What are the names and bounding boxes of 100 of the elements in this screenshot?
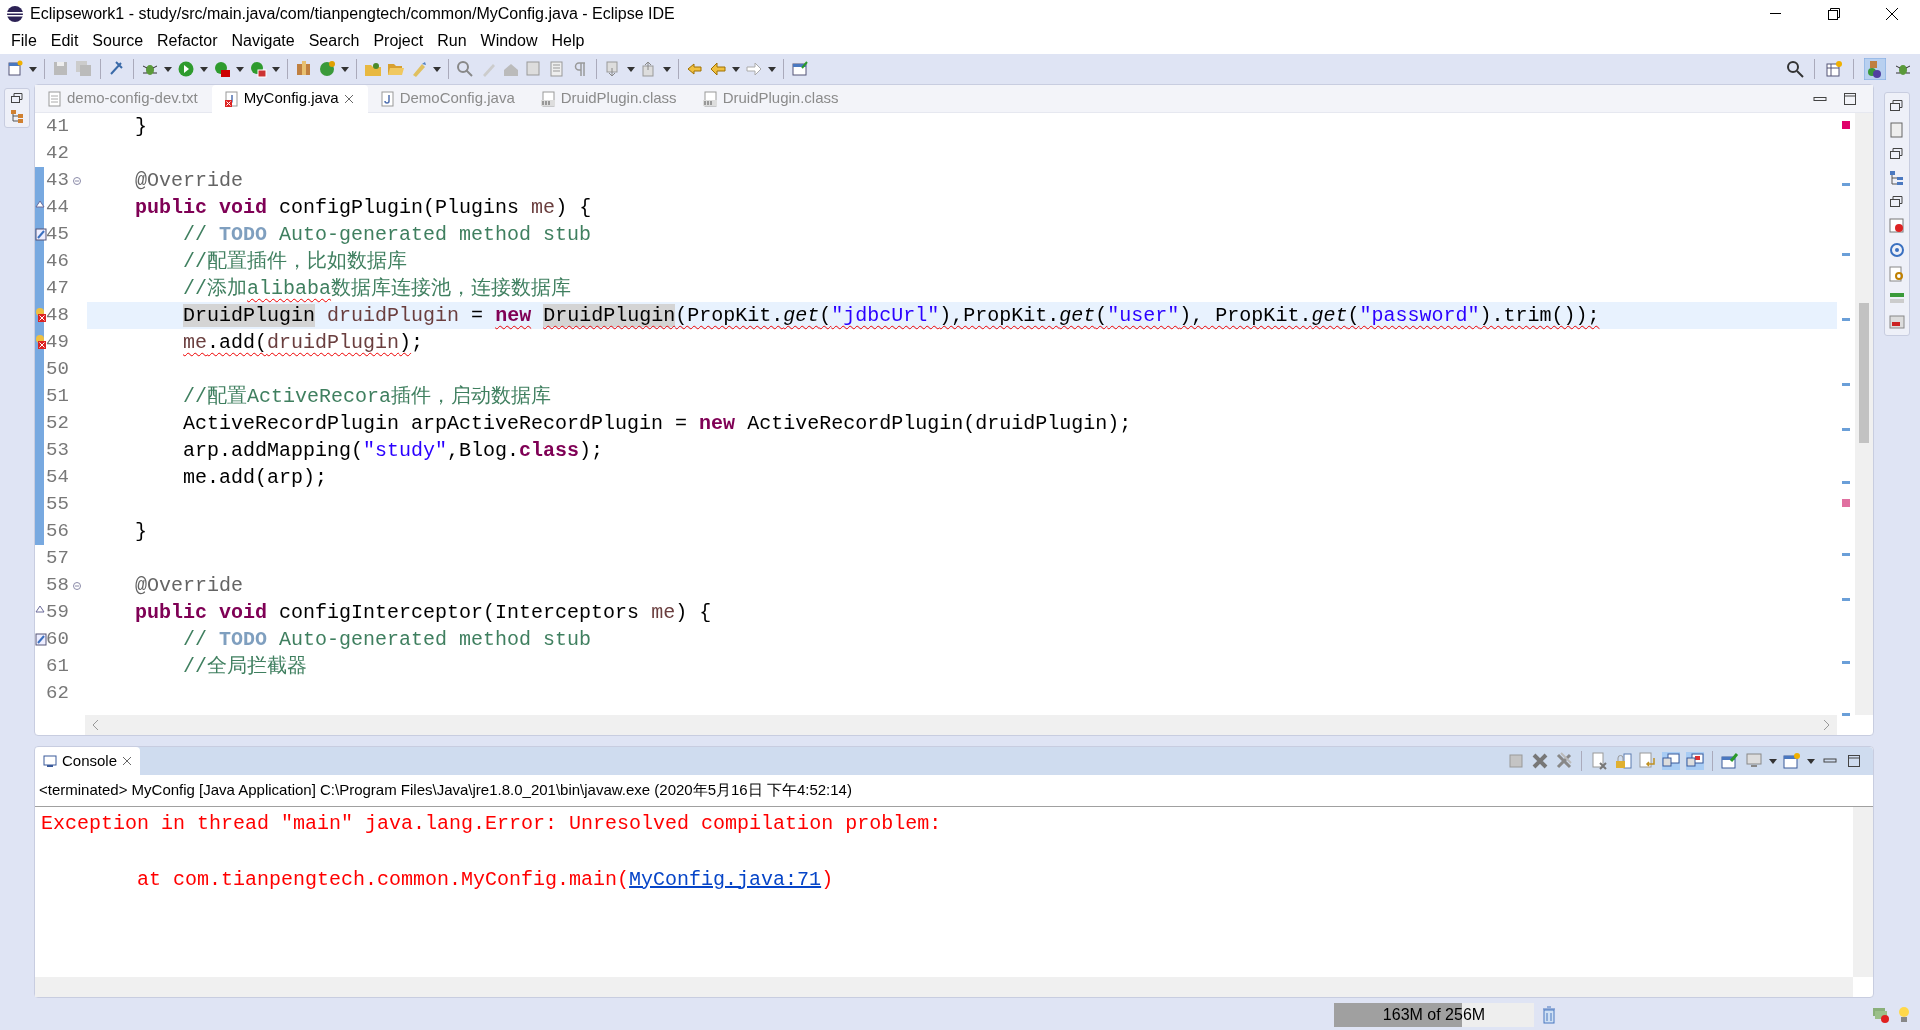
collapse-icon[interactable]	[73, 582, 81, 590]
console-tab[interactable]: Console	[35, 747, 141, 775]
close-icon[interactable]	[343, 93, 354, 104]
line-number: 56	[46, 519, 69, 545]
show-error-icon[interactable]	[1686, 752, 1704, 770]
menu-item[interactable]: Help	[544, 29, 592, 53]
class-icon[interactable]	[318, 60, 336, 78]
code-line: }	[134, 114, 149, 140]
editor-tab[interactable]: MyConfig.java	[211, 84, 368, 113]
caret-icon[interactable]	[627, 66, 635, 72]
caret-icon[interactable]	[200, 66, 208, 72]
monitor-icon	[43, 754, 57, 768]
word-wrap-icon[interactable]	[1638, 752, 1656, 770]
lock-icon[interactable]	[1614, 752, 1632, 770]
menu-item[interactable]: File	[4, 29, 44, 53]
lightbulb-icon[interactable]	[1898, 1006, 1910, 1024]
tool-icon[interactable]	[249, 60, 267, 78]
code-line: //配置插件，比如数据库	[182, 249, 409, 275]
maximize-icon[interactable]	[1845, 752, 1863, 770]
line-number: 58	[46, 573, 69, 599]
caret-icon[interactable]	[732, 66, 740, 72]
menu-item[interactable]: Search	[301, 29, 367, 53]
menu-item[interactable]: Refactor	[150, 29, 225, 53]
line-number: 44	[46, 195, 69, 221]
line-number: 62	[46, 681, 69, 707]
source-link[interactable]: MyConfig.java:71	[629, 867, 822, 891]
code-line: me.add(druidPlugin);	[182, 330, 425, 356]
close-button[interactable]	[1884, 6, 1900, 22]
line-number: 55	[46, 492, 69, 518]
ruler-mark	[1842, 253, 1850, 256]
notification-error-icon[interactable]	[1872, 1006, 1890, 1024]
caret-icon[interactable]	[1769, 758, 1777, 764]
caret-icon[interactable]	[1807, 758, 1815, 764]
class-file-icon	[702, 90, 718, 107]
code-line: }	[134, 519, 149, 545]
scroll-right-icon[interactable]	[1823, 719, 1831, 731]
class-file-icon	[540, 90, 556, 107]
line-number: 59	[46, 600, 69, 626]
code-line: me.add(arp);	[182, 465, 329, 491]
collapse-icon[interactable]	[73, 177, 81, 185]
restore-icon[interactable]	[11, 93, 23, 103]
menu-item[interactable]: Edit	[43, 29, 86, 53]
caret-icon[interactable]	[341, 66, 349, 72]
last-edit-icon[interactable]	[686, 60, 704, 78]
caret-icon[interactable]	[433, 66, 441, 72]
restore-button[interactable]	[1826, 6, 1842, 22]
line-number: 43	[46, 168, 69, 194]
caret-icon[interactable]	[663, 66, 671, 72]
tree-icon[interactable]	[1888, 169, 1906, 187]
hierarchy-icon[interactable]	[10, 109, 24, 123]
remove-icon[interactable]	[1531, 752, 1549, 770]
menu-item[interactable]: Navigate	[224, 29, 302, 53]
code-line: // TODO Auto-generated method stub	[182, 627, 593, 653]
error-mark-icon	[1842, 121, 1850, 129]
clear-console-icon[interactable]	[1590, 752, 1608, 770]
at-sign-icon[interactable]	[1888, 241, 1906, 259]
scroll-thumb[interactable]	[1859, 303, 1869, 443]
caret-icon[interactable]	[164, 66, 172, 72]
menu-item[interactable]: Run	[430, 29, 474, 53]
menu-item[interactable]: Window	[473, 29, 545, 53]
menu-item[interactable]: Source	[85, 29, 151, 53]
java-perspective-icon[interactable]	[1864, 58, 1886, 80]
text-file-icon	[47, 90, 62, 107]
search-icon[interactable]	[1786, 60, 1804, 78]
caret-icon[interactable]	[236, 66, 244, 72]
code-line: //配置ActiveRecora插件，启动数据库	[182, 384, 553, 410]
folder-icon[interactable]	[364, 60, 382, 78]
eclipse-logo-icon	[6, 5, 24, 23]
new-console-icon[interactable]	[1783, 752, 1801, 770]
window-title: Eclipsework1 - study/src/main.java/com/tianpengtech/common/MyConfig.java - Eclipse IDE	[30, 4, 675, 24]
problems-icon[interactable]	[1888, 217, 1906, 235]
maximize-icon[interactable]	[1843, 91, 1857, 106]
open-perspective-icon[interactable]	[1825, 60, 1843, 78]
trash-icon[interactable]	[1542, 1006, 1556, 1024]
servers-icon[interactable]	[1888, 313, 1906, 331]
line-number: 61	[46, 654, 69, 680]
caret-icon[interactable]	[272, 66, 280, 72]
back-icon[interactable]	[709, 60, 727, 78]
show-output-icon[interactable]	[1662, 752, 1680, 770]
console-header: <terminated> MyConfig [Java Application] C:\Program Files\Java\jre1.8.0_201\bin\javaw.exe (2020年5月16日 下午4:52:14)	[35, 775, 1873, 807]
code-line: //添加alibaba数据库连接池，连接数据库	[182, 276, 573, 302]
caret-icon[interactable]	[29, 66, 37, 72]
run-icon[interactable]	[177, 60, 195, 78]
caret-icon[interactable]	[768, 66, 776, 72]
close-icon[interactable]	[122, 756, 133, 766]
forward-icon[interactable]	[745, 60, 763, 78]
menu-item[interactable]: Project	[366, 29, 431, 53]
line-number: 60	[46, 627, 69, 653]
line-number: 52	[46, 411, 69, 437]
remove-all-icon[interactable]	[1555, 752, 1573, 770]
new-file-icon[interactable]	[6, 60, 24, 78]
document-search-icon[interactable]	[1888, 265, 1906, 283]
line-number: 47	[46, 276, 69, 302]
scroll-left-icon[interactable]	[91, 719, 99, 731]
window-icon[interactable]	[791, 60, 809, 78]
java-file-error-icon	[223, 90, 239, 107]
package-icon[interactable]	[295, 60, 313, 78]
pin-console-icon[interactable]	[1721, 752, 1739, 770]
coverage-icon[interactable]	[213, 60, 231, 78]
display-console-icon[interactable]	[1745, 752, 1763, 770]
